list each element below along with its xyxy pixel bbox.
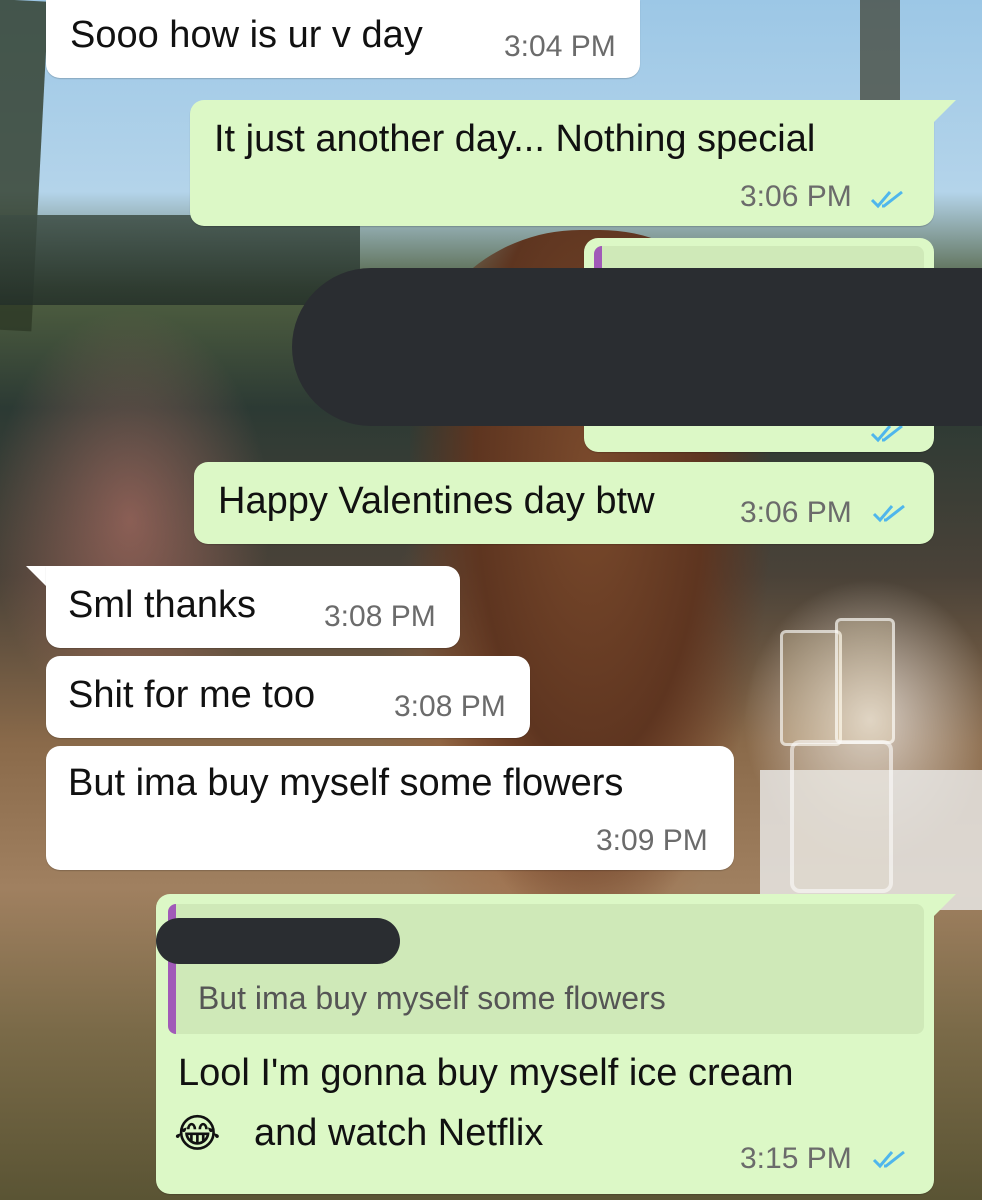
message-bubble-incoming[interactable]: But ima buy myself some flowers 3:09 PM [46, 746, 734, 870]
redaction-block [156, 918, 400, 964]
message-time: 3:04 PM [504, 30, 616, 63]
bubble-tail [934, 100, 956, 122]
message-text-line2: and watch Netflix [254, 1112, 544, 1154]
message-time: 3:08 PM [394, 690, 506, 723]
message-bubble-outgoing[interactable]: Happy Valentines day btw 3:06 PM [194, 462, 934, 544]
message-bubble-outgoing[interactable]: It just another day... Nothing special 3… [190, 100, 934, 226]
message-time: 3:06 PM [740, 180, 852, 213]
message-time: 3:15 PM [740, 1142, 852, 1175]
message-text: Happy Valentines day btw [218, 480, 655, 522]
message-time: 3:08 PM [324, 600, 436, 633]
message-bubble-incoming[interactable]: Sml thanks 3:08 PM [46, 566, 460, 648]
redaction-block [292, 268, 982, 426]
read-double-check-icon [872, 1150, 905, 1169]
message-text: Shit for me too [68, 674, 316, 716]
message-text: Sml thanks [68, 584, 256, 626]
bubble-tail [934, 894, 956, 916]
read-double-check-icon [872, 504, 905, 523]
reply-quote-text: But ima buy myself some flowers [198, 980, 666, 1016]
wallpaper-jar [790, 740, 893, 893]
wallpaper-glass [835, 618, 895, 744]
message-bubble-incoming[interactable]: Shit for me too 3:08 PM [46, 656, 530, 738]
wallpaper-stall [0, 215, 360, 305]
wallpaper-glass [780, 630, 842, 746]
read-double-check-icon [870, 190, 903, 209]
message-text: It just another day... Nothing special [214, 118, 816, 160]
message-text: But ima buy myself some flowers [68, 762, 624, 804]
bubble-tail [26, 566, 48, 588]
message-text: Sooo how is ur v day [70, 14, 423, 56]
face-with-tears-of-joy-icon: 😂 [174, 1112, 221, 1156]
message-time: 3:09 PM [596, 824, 708, 857]
message-bubble-incoming[interactable]: Sooo how is ur v day 3:04 PM [46, 0, 640, 78]
message-text-line1: Lool I'm gonna buy myself ice cream [178, 1052, 794, 1094]
message-time: 3:06 PM [740, 496, 852, 529]
